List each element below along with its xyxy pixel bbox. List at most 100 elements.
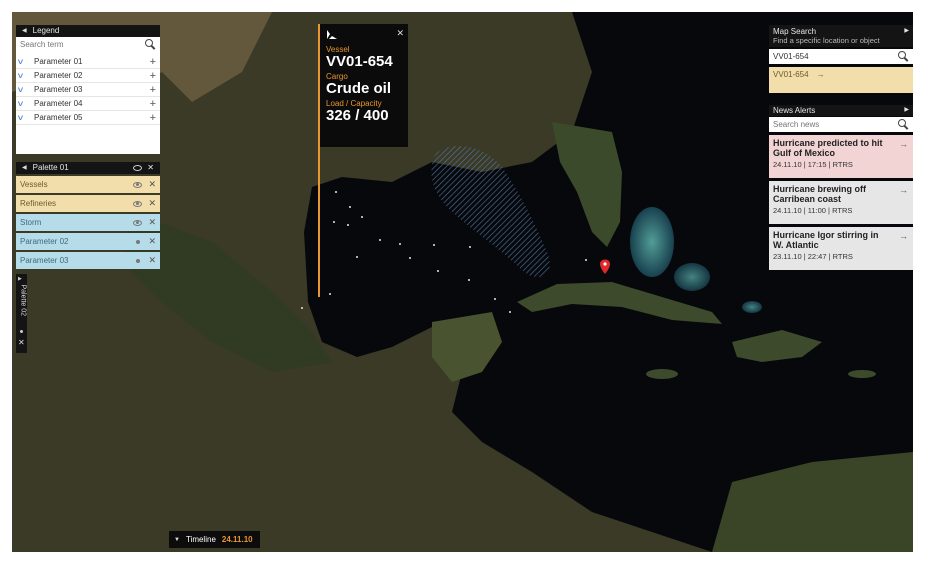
layer-row-refineries[interactable]: Refineries ✕ xyxy=(16,195,160,212)
eye-icon[interactable] xyxy=(133,181,143,188)
cargo-value: Crude oil xyxy=(326,80,392,97)
news-item[interactable]: Hurricane brewing off Carribean coast 24… xyxy=(769,181,913,224)
map-search-header[interactable]: Map Search ▶ Find a specific location or … xyxy=(769,25,913,47)
vessel-pointer-line xyxy=(318,147,320,297)
arrow-right-icon[interactable]: → xyxy=(899,185,908,195)
expand-triangle-icon[interactable]: ▼ xyxy=(174,537,180,543)
arrow-right-icon[interactable]: → xyxy=(899,139,908,149)
search-result-item[interactable]: VV01-654 → xyxy=(769,67,913,93)
legend-item[interactable]: v Parameter 02 + xyxy=(16,69,160,83)
news-search[interactable] xyxy=(769,117,913,132)
legend-item[interactable]: v Parameter 01 + xyxy=(16,55,160,69)
legend-list: v Parameter 01 + v Parameter 02 + v Parameter… xyxy=(16,52,160,154)
map-search-panel: Map Search ▶ Find a specific location or … xyxy=(769,25,913,93)
close-icon[interactable]: ✕ xyxy=(18,338,25,347)
news-alerts-header[interactable]: News Alerts ▶ xyxy=(769,105,913,116)
vessel-id: VV01-654 xyxy=(326,53,393,70)
palette-02-title: Palette 02 xyxy=(19,284,27,317)
layer-label: Vessels xyxy=(20,180,48,189)
chevron-down-icon[interactable]: v xyxy=(18,113,36,122)
expand-triangle-icon[interactable]: ▶ xyxy=(18,276,22,282)
legend-item-label: Parameter 01 xyxy=(34,57,83,66)
timeline-label: Timeline xyxy=(185,535,216,544)
map-viewport[interactable]: ◀ Legend vParameter 01+ vParameter 02+ v… xyxy=(12,12,913,552)
map-search-input[interactable] xyxy=(773,52,889,61)
news-alerts-title: News Alerts xyxy=(773,106,816,115)
close-icon[interactable]: ✕ xyxy=(148,255,156,266)
eye-icon[interactable] xyxy=(133,219,143,226)
vessel-info-card: ✕ Vessel VV01-654 Cargo Crude oil Load /… xyxy=(318,24,408,147)
legend-header[interactable]: ◀ Legend xyxy=(16,25,160,37)
close-icon[interactable]: ✕ xyxy=(148,217,156,228)
collapse-triangle-icon[interactable]: ◀ xyxy=(22,162,27,174)
search-icon[interactable] xyxy=(898,51,909,62)
news-meta: 24.11.10 | 17:15 | RTRS xyxy=(773,160,853,169)
add-icon[interactable]: + xyxy=(150,98,156,110)
layer-row-vessels[interactable]: Vessels ✕ xyxy=(16,176,160,193)
search-icon[interactable] xyxy=(898,119,909,130)
news-search-input[interactable] xyxy=(773,120,889,129)
news-meta: 24.11.10 | 11:00 | RTRS xyxy=(773,206,853,215)
legend-search[interactable] xyxy=(16,37,160,52)
search-result-label: VV01-654 xyxy=(773,70,809,79)
dot-icon[interactable] xyxy=(20,330,23,333)
expand-triangle-icon[interactable]: ▶ xyxy=(904,105,909,116)
load-capacity-value: 326 / 400 xyxy=(326,107,389,124)
map-search-field[interactable] xyxy=(769,49,913,64)
news-headline: Hurricane predicted to hit Gulf of Mexic… xyxy=(773,138,883,158)
close-icon[interactable]: ✕ xyxy=(148,179,156,190)
chevron-down-icon[interactable]: v xyxy=(18,85,36,94)
layer-label: Parameter 02 xyxy=(20,237,69,246)
palette-02-collapsed[interactable]: ▶ Palette 02 ✕ xyxy=(16,274,27,353)
add-icon[interactable]: + xyxy=(150,56,156,68)
news-item[interactable]: Hurricane predicted to hit Gulf of Mexic… xyxy=(769,135,913,178)
palette-01-header[interactable]: ◀ Palette 01 ✕ xyxy=(16,162,160,174)
news-alerts-panel: News Alerts ▶ Hurricane predicted to hit … xyxy=(769,105,913,270)
add-icon[interactable]: + xyxy=(150,84,156,96)
close-icon[interactable]: ✕ xyxy=(148,236,156,247)
collapse-triangle-icon[interactable]: ◀ xyxy=(22,25,27,37)
legend-item[interactable]: v Parameter 05 + xyxy=(16,111,160,125)
news-headline: Hurricane brewing off Carribean coast xyxy=(773,184,867,204)
palette-01-title: Palette 01 xyxy=(32,163,69,172)
map-search-subtitle: Find a specific location or object xyxy=(773,36,880,45)
layer-row-parameter-03[interactable]: Parameter 03 ✕ xyxy=(16,252,160,269)
search-icon[interactable] xyxy=(145,39,156,50)
legend-item-label: Parameter 04 xyxy=(34,99,83,108)
timeline-date: 24.11.10 xyxy=(221,535,253,544)
layer-row-storm[interactable]: Storm ✕ xyxy=(16,214,160,231)
chevron-down-icon[interactable]: v xyxy=(18,57,36,66)
layer-label: Storm xyxy=(20,218,42,227)
dot-icon[interactable] xyxy=(136,239,141,244)
legend-item[interactable]: v Parameter 04 + xyxy=(16,97,160,111)
arrow-right-icon[interactable]: → xyxy=(899,231,908,241)
chevron-down-icon[interactable]: v xyxy=(18,99,36,108)
layer-label: Refineries xyxy=(20,199,57,208)
arrow-right-icon[interactable]: → xyxy=(817,70,825,79)
map-search-title: Map Search xyxy=(773,27,817,36)
palette-01-panel: ◀ Palette 01 ✕ Vessels ✕ Refineries ✕ Stor… xyxy=(16,162,160,269)
close-icon[interactable]: ✕ xyxy=(147,162,154,174)
vessel-icon xyxy=(327,30,337,39)
legend-item-label: Parameter 03 xyxy=(34,85,83,94)
layer-label: Parameter 03 xyxy=(20,256,69,265)
eye-icon[interactable] xyxy=(133,165,143,171)
legend-search-input[interactable] xyxy=(20,40,136,49)
legend-item-label: Parameter 05 xyxy=(34,113,83,122)
legend-item-label: Parameter 02 xyxy=(34,71,83,80)
legend-panel: ◀ Legend vParameter 01+ vParameter 02+ v… xyxy=(16,25,160,154)
layer-row-parameter-02[interactable]: Parameter 02 ✕ xyxy=(16,233,160,250)
news-item[interactable]: Hurricane Igor stirring in W. Atlantic 2… xyxy=(769,227,913,270)
expand-triangle-icon[interactable]: ▶ xyxy=(904,27,909,36)
news-meta: 23.11.10 | 22:47 | RTRS xyxy=(773,252,853,261)
news-headline: Hurricane Igor stirring in W. Atlantic xyxy=(773,230,879,250)
dot-icon[interactable] xyxy=(136,258,141,263)
close-icon[interactable]: ✕ xyxy=(148,198,156,209)
close-icon[interactable]: ✕ xyxy=(396,28,404,39)
timeline-bar[interactable]: ▼ Timeline 24.11.10 xyxy=(169,531,260,548)
add-icon[interactable]: + xyxy=(150,70,156,82)
add-icon[interactable]: + xyxy=(150,112,156,124)
legend-item[interactable]: v Parameter 03 + xyxy=(16,83,160,97)
chevron-down-icon[interactable]: v xyxy=(18,71,36,80)
eye-icon[interactable] xyxy=(133,200,143,207)
